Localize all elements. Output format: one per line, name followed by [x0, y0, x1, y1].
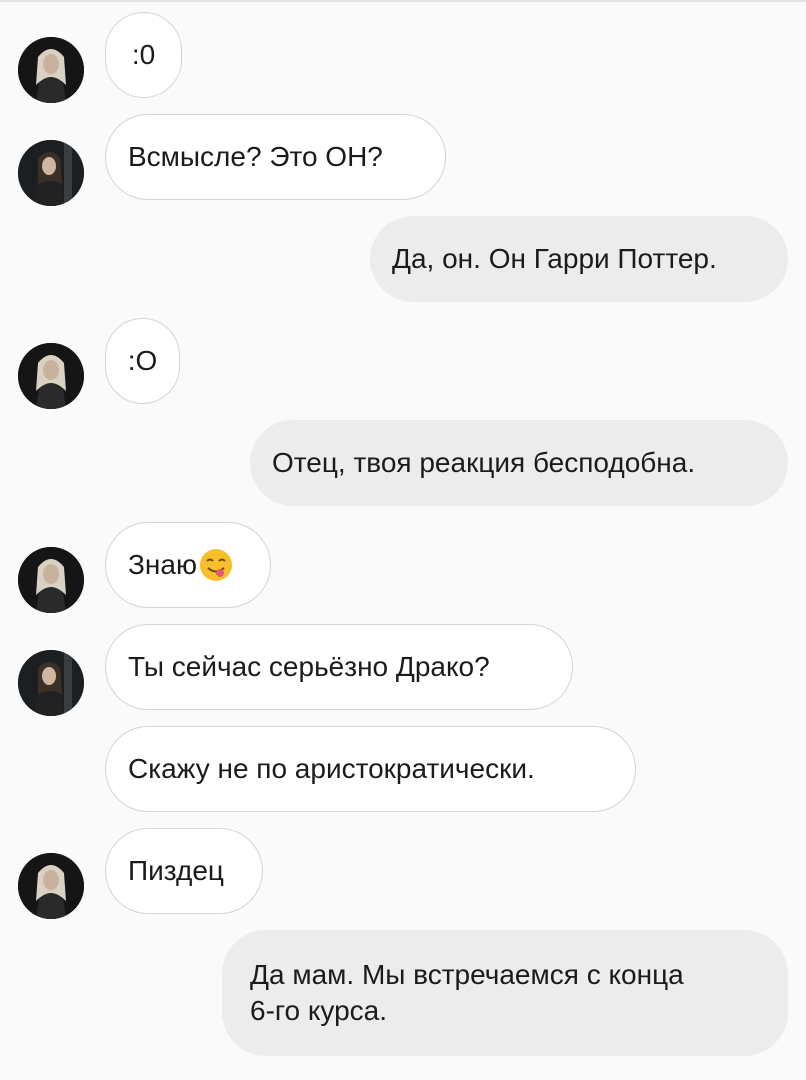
message-text: Всмысле? Это ОН?	[128, 141, 383, 172]
lucius-portrait-icon	[18, 547, 84, 613]
message-bubble[interactable]: Знаю	[105, 522, 271, 608]
top-divider	[0, 0, 806, 2]
avatar-lucius[interactable]	[18, 37, 84, 103]
message-text: :O	[127, 345, 158, 376]
message-bubble[interactable]: :O	[105, 318, 180, 404]
message-text: Пиздец	[128, 855, 224, 886]
message-text: Скажу не по аристократически.	[128, 753, 535, 784]
message-text-line: 6-го курса.	[250, 995, 388, 1026]
yum-face-icon	[199, 548, 233, 582]
message-text-line: Да мам. Мы встречаемся с конца	[250, 959, 684, 990]
lucius-portrait-icon	[18, 343, 84, 409]
lucius-portrait-icon	[18, 37, 84, 103]
message-bubble[interactable]: Пиздец	[105, 828, 263, 914]
message-bubble[interactable]: Скажу не по аристократически.	[105, 726, 636, 812]
message-text: Знаю	[128, 549, 197, 580]
message-bubble-outgoing[interactable]: Да мам. Мы встречаемся с конца 6-го курс…	[222, 930, 788, 1056]
message-bubble-outgoing[interactable]: Отец, твоя реакция бесподобна.	[250, 420, 788, 506]
message-bubble[interactable]: :0	[105, 12, 182, 98]
avatar-lucius[interactable]	[18, 853, 84, 919]
avatar-lucius[interactable]	[18, 343, 84, 409]
message-bubble[interactable]: Всмысле? Это ОН?	[105, 114, 446, 200]
narcissa-portrait-icon	[18, 650, 84, 716]
lucius-portrait-icon	[18, 853, 84, 919]
message-text: Да, он. Он Гарри Поттер.	[392, 243, 717, 274]
avatar-narcissa[interactable]	[18, 140, 84, 206]
message-text: Ты сейчас серьёзно Драко?	[128, 651, 490, 682]
message-text: Отец, твоя реакция бесподобна.	[272, 447, 696, 478]
message-bubble-outgoing[interactable]: Да, он. Он Гарри Поттер.	[370, 216, 788, 302]
message-bubble[interactable]: Ты сейчас серьёзно Драко?	[105, 624, 573, 710]
narcissa-portrait-icon	[18, 140, 84, 206]
avatar-narcissa[interactable]	[18, 650, 84, 716]
message-text: :0	[131, 39, 156, 70]
avatar-lucius[interactable]	[18, 547, 84, 613]
